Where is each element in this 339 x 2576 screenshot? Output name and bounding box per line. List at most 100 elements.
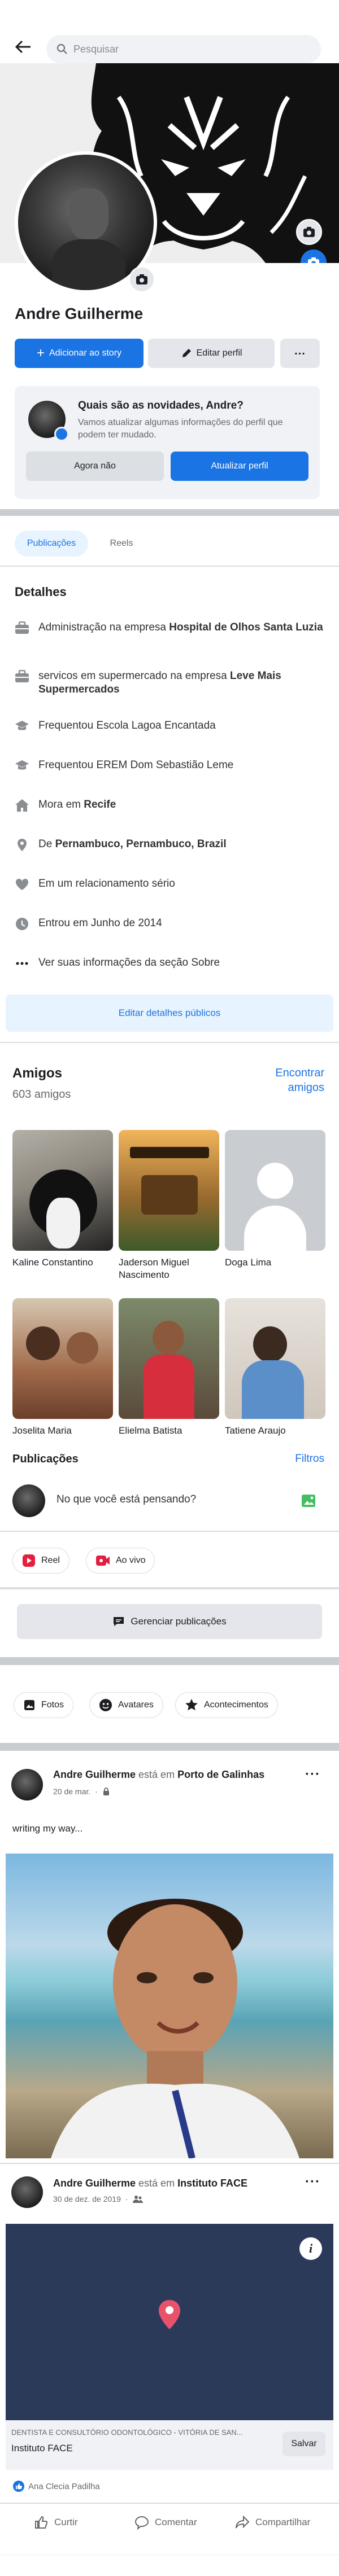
comment-icon	[134, 2516, 149, 2530]
post-author-name[interactable]: Andre Guilherme	[53, 2178, 136, 2189]
detail-row-school-1: Frequentou Escola Lagoa Encantada	[15, 719, 331, 733]
like-icon	[35, 2516, 48, 2529]
composer-avatar[interactable]	[12, 1484, 45, 1517]
post-date[interactable]: 20 de mar.	[53, 1787, 90, 1796]
map-preview[interactable]: i	[6, 2224, 333, 2420]
friend-card[interactable]: Elielma Batista	[119, 1298, 219, 1437]
dismiss-button[interactable]: Agora não	[26, 452, 164, 481]
update-profile-button[interactable]: Atualizar perfil	[171, 452, 308, 481]
photos-tab[interactable]: Fotos	[14, 1692, 74, 1718]
save-button[interactable]: Salvar	[282, 2432, 325, 2456]
clock-icon	[16, 918, 28, 930]
post-author-avatar[interactable]	[11, 1769, 43, 1800]
section-divider	[0, 509, 339, 516]
more-button[interactable]: ...	[280, 339, 320, 368]
friend-name: Jaderson Miguel Nascimento	[119, 1257, 189, 1280]
camera-icon	[308, 257, 319, 263]
camera-icon	[303, 227, 315, 237]
post-photo[interactable]	[6, 1854, 333, 2158]
graduation-cap-icon	[15, 760, 29, 770]
friend-card[interactable]: Doga Lima	[225, 1130, 325, 1269]
comment-button[interactable]: Comentar	[134, 2515, 197, 2530]
map-pin-icon	[159, 2300, 180, 2329]
post-author-avatar[interactable]	[11, 2176, 43, 2208]
friend-photo	[12, 1298, 113, 1419]
friend-card[interactable]: Joselita Maria	[12, 1298, 113, 1437]
photo-icon[interactable]	[301, 1492, 318, 1509]
friend-photo	[12, 1130, 113, 1251]
reaction-name: Ana Clecia Padilha	[28, 2481, 100, 2491]
live-button[interactable]: Ao vivo	[86, 1548, 155, 1574]
detail-row-joined: Entrou em Junho de 2014	[15, 917, 331, 931]
search-input[interactable]: Pesquisar	[46, 35, 321, 63]
composer-input[interactable]: No que você está pensando?	[56, 1493, 196, 1506]
post-options-button[interactable]: ···	[305, 2174, 320, 2190]
share-button[interactable]: Compartilhar	[235, 2515, 310, 2530]
briefcase-icon	[15, 621, 29, 634]
section-divider	[0, 1657, 339, 1665]
filters-link[interactable]: Filtros	[282, 1453, 324, 1465]
dots-icon	[16, 962, 28, 965]
plus-icon: +	[36, 345, 45, 361]
tab-reels[interactable]: Reels	[96, 531, 147, 557]
card-body: Vamos atualizar algumas informações do p…	[78, 418, 283, 440]
selfie-illustration	[51, 1899, 299, 2158]
reel-button[interactable]: Reel	[12, 1548, 69, 1574]
post-meta: 20 de mar. ·	[53, 1787, 110, 1796]
map-caption: DENTISTA E CONSULTÓRIO ODONTOLÓGICO - VI…	[11, 2428, 243, 2437]
photos-icon	[24, 1700, 34, 1710]
post-meta: 30 de dez. de 2019 ·	[53, 2194, 143, 2203]
friend-photo	[225, 1130, 325, 1251]
search-placeholder: Pesquisar	[73, 43, 119, 55]
info-button[interactable]: i	[299, 2237, 322, 2260]
add-story-button[interactable]: + Adicionar ao story	[15, 339, 144, 368]
friend-card[interactable]: Jaderson Miguel Nascimento	[119, 1130, 219, 1281]
bottom-bar	[0, 2555, 339, 2576]
tab-publicacoes[interactable]: Publicações	[15, 531, 88, 557]
life-events-tab[interactable]: Acontecimentos	[175, 1692, 278, 1718]
post-author-name[interactable]: Andre Guilherme	[53, 1769, 136, 1780]
reel-icon	[23, 1554, 35, 1567]
detail-row-see-about[interactable]: Ver suas informações da seção Sobre	[15, 956, 331, 970]
heart-icon	[15, 878, 29, 890]
reaction-summary[interactable]: Ana Clecia Padilha	[12, 2480, 100, 2492]
camera-icon	[136, 274, 147, 284]
map-info-bar[interactable]: DENTISTA E CONSULTÓRIO ODONTOLÓGICO - VI…	[6, 2420, 333, 2470]
search-icon	[57, 44, 67, 54]
section-divider	[0, 2163, 339, 2164]
avatars-tab[interactable]: Avatares	[89, 1692, 163, 1718]
dot-separator: ·	[95, 1787, 98, 1796]
post-header: Andre Guilherme está em Porto de Galinha…	[53, 1769, 265, 1780]
live-video-icon	[96, 1556, 110, 1566]
cover-camera-button[interactable]	[296, 219, 322, 245]
detail-row-work-2: servicos em supermercado na empresa Leve…	[15, 669, 331, 696]
detail-row-lives-in: Mora em Recife	[15, 798, 331, 812]
manage-posts-button[interactable]: Gerenciar publicações	[17, 1604, 322, 1639]
post-options-button[interactable]: ···	[305, 1767, 320, 1782]
section-divider	[0, 1587, 339, 1589]
like-button[interactable]: Curtir	[34, 2515, 78, 2530]
back-arrow-icon[interactable]	[15, 40, 32, 54]
avatar-icon	[99, 1699, 112, 1711]
friends-title: Amigos	[12, 1066, 63, 1081]
section-divider	[0, 1743, 339, 1751]
post-date[interactable]: 30 de dez. de 2019	[53, 2194, 121, 2203]
friend-name: Joselita Maria	[12, 1425, 72, 1436]
composer-divider	[0, 1531, 339, 1532]
briefcase-icon	[15, 670, 29, 682]
friend-photo	[119, 1298, 219, 1419]
friend-photo	[225, 1298, 325, 1419]
share-icon	[236, 2515, 250, 2529]
dot-separator: ·	[125, 2194, 128, 2203]
friend-photo	[119, 1130, 219, 1251]
find-friends-link[interactable]: Encontrar amigos	[268, 1066, 324, 1095]
edit-details-button[interactable]: Editar detalhes públicos	[6, 995, 333, 1032]
friend-card[interactable]: Kaline Constantino	[12, 1130, 113, 1269]
avatar-camera-button[interactable]	[129, 266, 155, 292]
post-location[interactable]: Instituto FACE	[177, 2178, 247, 2189]
edit-profile-button[interactable]: Editar perfil	[148, 339, 275, 368]
star-icon	[185, 1699, 198, 1711]
friend-card[interactable]: Tatiene Araujo	[225, 1298, 325, 1437]
post-location[interactable]: Porto de Galinhas	[177, 1769, 264, 1780]
chat-settings-icon	[114, 1617, 124, 1626]
